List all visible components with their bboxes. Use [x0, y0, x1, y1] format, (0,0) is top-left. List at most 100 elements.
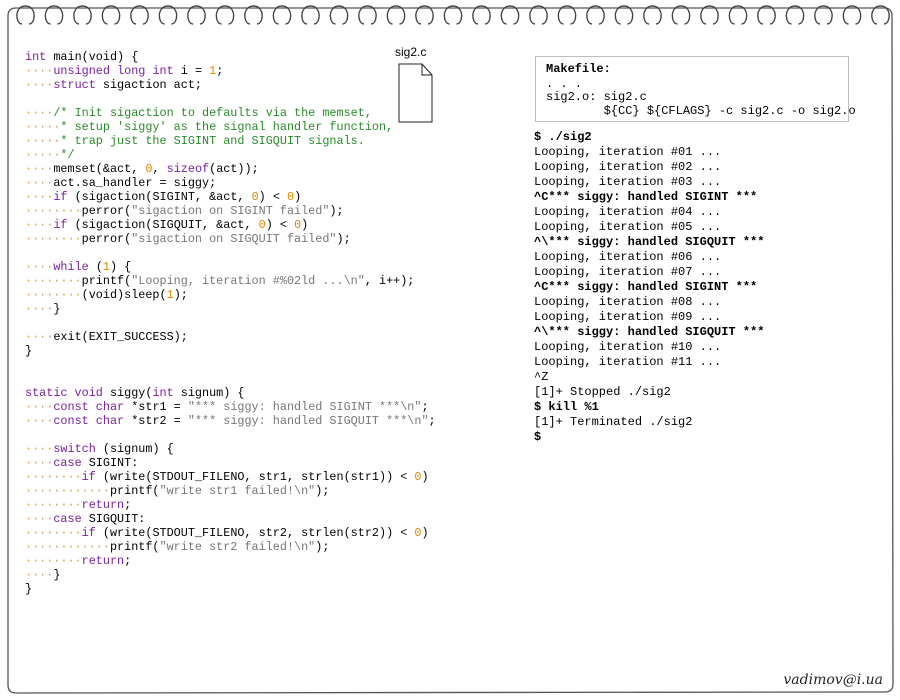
binding-ring — [614, 5, 634, 25]
code-token: if — [81, 526, 96, 540]
code-token: if — [53, 190, 68, 204]
code-token: return — [81, 554, 125, 568]
terminal-line: $ kill %1 — [534, 400, 599, 414]
code-token: 0 — [258, 218, 266, 232]
code-token: ( — [88, 260, 103, 274]
binding-ring — [272, 5, 292, 25]
code-token: "write str1 failed!\n" — [159, 484, 316, 498]
code-token: *str2 = — [124, 414, 188, 428]
code-token: case — [53, 512, 82, 526]
code-token: } — [53, 302, 61, 316]
indent-guide: ········ — [25, 498, 82, 512]
binding-ring — [130, 5, 149, 25]
terminal-line: ^C*** siggy: handled SIGINT *** — [534, 190, 758, 204]
code-token: (act)); — [209, 162, 259, 176]
spiral-binding-rings — [16, 5, 890, 25]
binding-ring — [415, 5, 434, 25]
indent-guide: ···· — [25, 106, 54, 120]
code-line: ············printf("write str2 failed!\n… — [25, 540, 436, 554]
code-line: ····struct sigaction act; — [25, 78, 436, 92]
source-code-listing: int main(void) {····unsigned long int i … — [25, 50, 436, 596]
code-line: ········if (write(STDOUT_FILENO, str2, s… — [25, 526, 436, 540]
code-token: i — [173, 64, 195, 78]
code-line: ····switch (signum) { — [25, 442, 436, 456]
indent-guide: ············ — [25, 540, 110, 554]
code-token: 1 — [166, 288, 174, 302]
code-line: ·····*/ — [25, 148, 436, 162]
code-line: ····if (sigaction(SIGINT, &act, 0) < 0) — [25, 190, 436, 204]
code-token: (sigaction(SIGINT, &act, — [67, 190, 252, 204]
indent-guide: ········ — [25, 204, 82, 218]
binding-ring — [329, 5, 349, 25]
code-line: ····case SIGQUIT: — [25, 512, 436, 526]
indent-guide: ···· — [25, 78, 54, 92]
terminal-line: Looping, iteration #03 ... — [534, 175, 722, 189]
code-token: "sigaction on SIGQUIT failed" — [131, 232, 337, 246]
code-token: 0 — [251, 190, 259, 204]
code-line: ····const char *str1 = "*** siggy: handl… — [25, 400, 436, 414]
code-token: signum) { — [173, 386, 245, 400]
code-token: (void)sleep( — [81, 288, 167, 302]
code-line: ·····* trap just the SIGINT and SIGQUIT … — [25, 134, 436, 148]
code-token: printf( — [109, 540, 160, 554]
binding-ring — [16, 5, 35, 25]
code-token: static void — [25, 386, 103, 400]
indent-guide: ···· — [25, 568, 54, 582]
indent-guide: ········ — [25, 274, 82, 288]
indent-guide: ···· — [25, 414, 54, 428]
code-line: ····if (sigaction(SIGQUIT, &act, 0) < 0) — [25, 218, 436, 232]
code-token: perror( — [81, 232, 132, 246]
indent-guide: ············ — [25, 484, 110, 498]
code-line: ····const char *str2 = "*** siggy: handl… — [25, 414, 436, 428]
code-token: "Looping, iteration #%02ld ...\n" — [131, 274, 365, 288]
code-token: , i++); — [364, 274, 415, 288]
terminal-line: $ ./sig2 — [534, 130, 592, 144]
code-line: ····case SIGINT: — [25, 456, 436, 470]
terminal-line: Looping, iteration #08 ... — [534, 295, 722, 309]
binding-ring — [728, 5, 748, 25]
binding-ring — [557, 5, 577, 25]
code-token: "*** siggy: handled SIGINT ***\n" — [187, 400, 422, 414]
indent-guide: ···· — [25, 176, 54, 190]
code-token: (write(STDOUT_FILENO, str1, strlen(str1)… — [95, 470, 415, 484]
code-token: unsigned long int — [53, 64, 174, 78]
terminal-line: ^C*** siggy: handled SIGINT *** — [534, 280, 758, 294]
code-token: "sigaction on SIGINT failed" — [131, 204, 330, 218]
makefile-title: Makefile: — [546, 62, 611, 76]
code-token: ; — [428, 414, 436, 428]
terminal-line: Looping, iteration #02 ... — [534, 160, 722, 174]
binding-ring — [244, 5, 263, 25]
code-token: sizeof — [166, 162, 210, 176]
code-token: SIGQUIT: — [81, 512, 146, 526]
indent-guide: ····· — [25, 134, 61, 148]
code-token: */ — [60, 148, 75, 162]
code-line: ····act.sa_handler = siggy; — [25, 176, 436, 190]
binding-ring — [158, 5, 178, 25]
indent-guide: ····· — [25, 120, 61, 134]
code-token: ; — [421, 400, 429, 414]
code-token: exit(EXIT_SUCCESS); — [53, 330, 188, 344]
code-token: ) — [421, 470, 429, 484]
binding-ring — [443, 5, 463, 25]
code-token: int — [25, 50, 47, 64]
indent-guide: ···· — [25, 330, 54, 344]
binding-ring — [814, 5, 833, 25]
terminal-line: ^\*** siggy: handled SIGQUIT *** — [534, 325, 765, 339]
indent-guide: ···· — [25, 190, 54, 204]
code-token: switch — [53, 442, 96, 456]
indent-guide: ···· — [25, 512, 54, 526]
code-token: *str1 = — [124, 400, 188, 414]
terminal-line: Looping, iteration #04 ... — [534, 205, 722, 219]
code-token: printf( — [81, 274, 132, 288]
code-token: printf( — [109, 484, 160, 498]
code-line: ········(void)sleep(1); — [25, 288, 436, 302]
code-line: int main(void) { — [25, 50, 436, 64]
indent-guide: ···· — [25, 302, 54, 316]
code-token: /* Init sigaction to defaults via the me… — [53, 106, 372, 120]
code-token: case — [53, 456, 82, 470]
code-token: = — [194, 64, 203, 78]
terminal-line: Looping, iteration #10 ... — [534, 340, 722, 354]
